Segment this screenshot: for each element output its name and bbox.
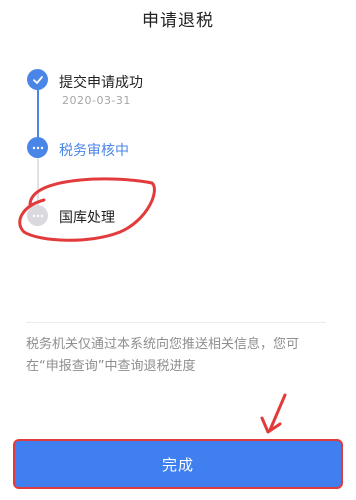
- step-reviewing-label: 税务审核中: [59, 143, 129, 159]
- notice-text: 税务机关仅通过本系统向您推送相关信息，您可在“申报查询”中查询退税进度: [26, 337, 300, 374]
- ellipsis-icon: [27, 205, 48, 226]
- step-treasury-label: 国库处理: [59, 210, 115, 226]
- step-submitted-date: 2020-03-31: [62, 94, 131, 107]
- ellipsis-icon: [27, 137, 48, 158]
- refund-application-page: 申请退税 提交申请成功 2020-03-31 税务审核中 国库处理 税务机关仅通…: [0, 0, 356, 500]
- divider: [26, 322, 326, 323]
- complete-button[interactable]: 完成: [13, 439, 343, 489]
- red-annotation-circle: [18, 177, 287, 434]
- check-icon: [27, 69, 48, 90]
- step-submitted-label: 提交申请成功: [59, 75, 143, 91]
- red-annotation-arrow: [268, 393, 287, 432]
- page-title: 申请退税: [142, 11, 214, 31]
